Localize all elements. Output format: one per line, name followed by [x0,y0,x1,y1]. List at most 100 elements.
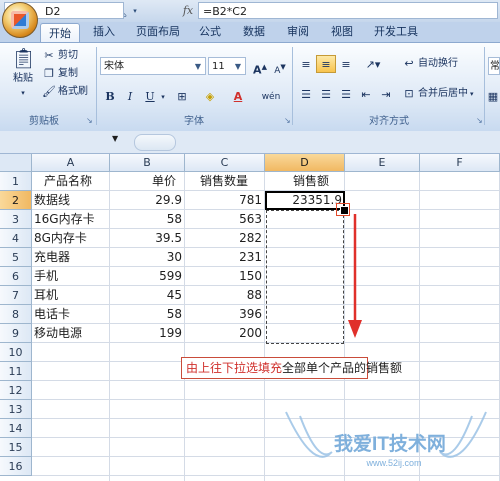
align-bottom-icon[interactable]: ≡ [336,55,356,73]
chevron-down-icon: ▾ [21,89,25,97]
cell-a5[interactable]: 充电器 [34,248,70,267]
cell-c2[interactable]: 781 [185,191,265,210]
insert-function-button[interactable]: fx [180,2,196,19]
copy-button[interactable]: ❐ 复制 [42,65,78,83]
decrease-indent-icon[interactable]: ⇤ [356,85,376,103]
column-header-f[interactable]: F [420,154,500,172]
cell-b8[interactable]: 58 [110,305,185,324]
tab-developer[interactable]: 开发工具 [368,22,424,42]
cell-c7[interactable]: 88 [185,286,265,305]
cell-a6[interactable]: 手机 [34,267,58,286]
row-header-3[interactable]: 3 [0,210,32,229]
cell-b1[interactable]: 单价 [152,172,176,191]
cell-d1[interactable]: 销售额 [293,172,329,191]
cell-a1[interactable]: 产品名称 [44,172,92,191]
cell-b2[interactable]: 29.9 [110,191,185,210]
cell-a8[interactable]: 电话卡 [34,305,70,324]
number-format-select[interactable]: 常 [488,57,500,75]
row-header-13[interactable]: 13 [0,400,32,419]
office-button[interactable] [2,2,38,38]
tab-data[interactable]: 数据 [238,22,270,42]
cell-a2[interactable]: 数据线 [34,191,70,210]
grow-font-label: A [253,63,262,77]
tab-page-layout[interactable]: 页面布局 [130,22,186,42]
cell-a7[interactable]: 耳机 [34,286,58,305]
row-header-8[interactable]: 8 [0,305,32,324]
borders-icon[interactable]: ⊞ [172,87,192,105]
wrap-text-button[interactable]: ↩ 自动换行 [402,55,458,73]
column-header-d[interactable]: D [265,154,345,172]
phonetic-guide-button[interactable]: wén [256,87,286,105]
row-header-2[interactable]: 2 [0,191,32,210]
row-header-4[interactable]: 4 [0,229,32,248]
cell-c5[interactable]: 231 [185,248,265,267]
tab-formulas[interactable]: 公式 [194,22,226,42]
row-header-14[interactable]: 14 [0,419,32,438]
office-logo-icon [11,11,29,29]
cell-a9[interactable]: 移动电源 [34,324,82,343]
increase-indent-icon[interactable]: ⇥ [376,85,396,103]
font-size-select[interactable]: 11 ▼ [208,57,246,75]
row-header-16[interactable]: 16 [0,457,32,476]
tab-view[interactable]: 视图 [326,22,358,42]
cell-c1[interactable]: 销售数量 [200,172,248,191]
dialog-launcher-icon[interactable]: ↘ [476,117,484,125]
align-center-icon[interactable]: ☰ [316,85,336,103]
align-right-icon[interactable]: ☰ [336,85,356,103]
tab-review[interactable]: 审阅 [282,22,314,42]
chevron-down-icon[interactable]: ▼ [112,134,122,143]
row-header-7[interactable]: 7 [0,286,32,305]
column-header-c[interactable]: C [185,154,265,172]
orientation-icon[interactable]: ↗▾ [360,55,386,73]
chevron-down-icon[interactable]: ▾ [158,87,168,105]
tab-home[interactable]: 开始 [40,23,80,44]
cut-button[interactable]: ✂ 剪切 [42,47,78,65]
fill-color-icon[interactable]: ◈ [200,87,220,105]
row-header-11[interactable]: 11 [0,362,32,381]
cell-a3[interactable]: 16G内存卡 [34,210,95,229]
grow-font-button[interactable]: A▲ [250,57,270,77]
cell-b4[interactable]: 39.5 [110,229,185,248]
formula-input[interactable]: =B2*C2 [198,2,498,19]
cell-b9[interactable]: 199 [110,324,185,343]
row-header-15[interactable]: 15 [0,438,32,457]
cell-c4[interactable]: 282 [185,229,265,248]
accounting-format-icon[interactable]: ▦ [486,87,500,105]
font-color-button[interactable]: A [228,87,248,105]
align-top-icon[interactable]: ≡ [296,55,316,73]
cell-c6[interactable]: 150 [185,267,265,286]
font-name-select[interactable]: 宋体 ▼ [100,57,206,75]
cell-b6[interactable]: 599 [110,267,185,286]
cell-a4[interactable]: 8G内存卡 [34,229,87,248]
cell-b5[interactable]: 30 [110,248,185,267]
row-header-1[interactable]: 1 [0,172,32,191]
bold-button[interactable]: B [100,87,120,105]
align-left-icon[interactable]: ☰ [296,85,316,103]
underline-button[interactable]: U [140,87,160,105]
cell-b7[interactable]: 45 [110,286,185,305]
column-header-a[interactable]: A [32,154,110,172]
align-middle-icon[interactable]: ≡ [316,55,336,73]
customize-qat-icon[interactable]: ▾ [130,3,140,19]
column-header-b[interactable]: B [110,154,185,172]
cell-b3[interactable]: 58 [110,210,185,229]
row-header-6[interactable]: 6 [0,267,32,286]
dialog-launcher-icon[interactable]: ↘ [86,117,94,125]
select-all-button[interactable] [0,154,32,172]
row-header-10[interactable]: 10 [0,343,32,362]
tab-insert[interactable]: 插入 [88,22,120,42]
formula-bar-expander[interactable] [134,134,176,151]
row-header-5[interactable]: 5 [0,248,32,267]
paste-button[interactable]: 📋︎ 粘贴 ▾ [6,46,40,97]
shrink-font-button[interactable]: A▼ [270,57,290,76]
dialog-launcher-icon[interactable]: ↘ [284,117,292,125]
merge-center-button[interactable]: ⊡ 合并后居中 ▾ [402,85,473,103]
column-header-e[interactable]: E [345,154,420,172]
cell-c8[interactable]: 396 [185,305,265,324]
format-painter-button[interactable]: 🖌︎ 格式刷 [42,83,88,101]
cell-c9[interactable]: 200 [185,324,265,343]
cell-c3[interactable]: 563 [185,210,265,229]
italic-button[interactable]: I [120,87,140,105]
row-header-12[interactable]: 12 [0,381,32,400]
row-header-9[interactable]: 9 [0,324,32,343]
